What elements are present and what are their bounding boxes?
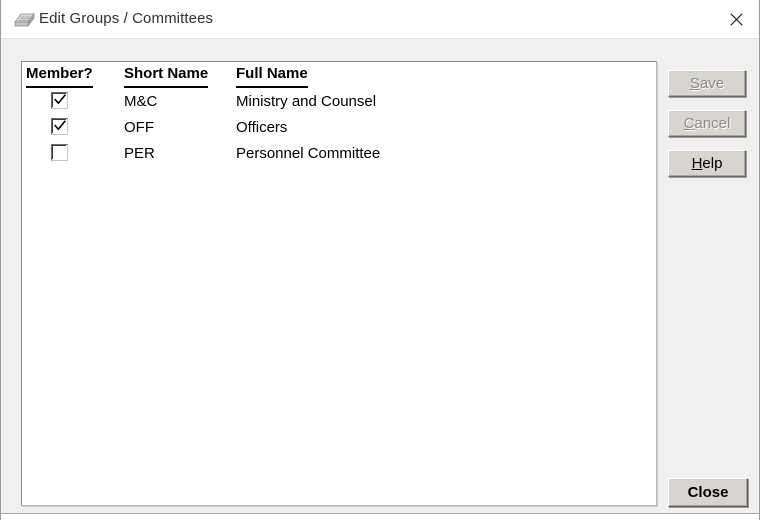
card-file-icon xyxy=(13,10,35,29)
save-button[interactable]: Save xyxy=(668,70,746,97)
column-header-full-name[interactable]: Full Name xyxy=(236,62,308,88)
checkmark-icon xyxy=(54,120,66,131)
cell-short-name: OFF xyxy=(124,119,154,136)
background-window-sliver: ▔▔▔▔ ▔▔▔ ▔▔ ▔ ▔▔▔ ▔▔▔▔ ▔▔ ▔▔▔▔ ▔▔▔ ▔▔▔▔▔ xyxy=(1,514,759,520)
help-button-accel: H xyxy=(691,155,703,172)
cancel-button-accel: C xyxy=(683,115,695,132)
edit-groups-dialog: Edit Groups / Committees Member? Short N… xyxy=(0,0,760,520)
cell-full-name: Officers xyxy=(236,119,288,136)
member-checkbox-cell[interactable] xyxy=(51,144,70,163)
titlebar: Edit Groups / Committees xyxy=(1,0,759,39)
column-header-short-name[interactable]: Short Name xyxy=(124,62,209,88)
background-window-text: ▔▔▔▔ ▔▔▔ ▔▔ ▔ ▔▔▔ ▔▔▔▔ ▔▔ ▔▔▔▔ ▔▔▔ ▔▔▔▔▔ xyxy=(97,514,437,519)
close-button-label: Close xyxy=(687,484,729,501)
cell-full-name: Ministry and Counsel xyxy=(236,93,377,110)
table-row[interactable]: M&C Ministry and Counsel xyxy=(22,89,656,115)
cancel-button-label: ancel xyxy=(694,115,731,132)
member-checkbox[interactable] xyxy=(51,118,68,135)
cell-full-name: Personnel Committee xyxy=(236,145,381,162)
table-row[interactable]: OFF Officers xyxy=(22,115,656,141)
member-checkbox-cell[interactable] xyxy=(51,92,70,111)
cancel-button[interactable]: Cancel xyxy=(668,110,746,137)
checkmark-icon xyxy=(54,94,66,105)
help-button[interactable]: Help xyxy=(668,150,746,177)
member-checkbox-cell[interactable] xyxy=(51,118,70,137)
close-button[interactable]: Close xyxy=(668,478,748,507)
groups-grid: Member? Short Name Full Name M&C Ministry… xyxy=(22,62,656,167)
column-header-member[interactable]: Member? xyxy=(26,62,93,88)
save-button-label: ave xyxy=(699,75,725,92)
member-checkbox[interactable] xyxy=(51,144,68,161)
table-row[interactable]: PER Personnel Committee xyxy=(22,141,656,167)
member-checkbox[interactable] xyxy=(51,92,68,109)
close-icon xyxy=(729,12,743,26)
help-button-label: elp xyxy=(702,155,723,172)
cell-short-name: M&C xyxy=(124,93,158,110)
grid-header-row: Member? Short Name Full Name xyxy=(22,62,656,89)
window-close-button[interactable] xyxy=(713,0,759,38)
groups-list-panel[interactable]: Member? Short Name Full Name M&C Ministry… xyxy=(21,61,657,506)
save-button-accel: S xyxy=(689,75,700,92)
window-title: Edit Groups / Committees xyxy=(39,10,214,27)
cell-short-name: PER xyxy=(124,145,155,162)
